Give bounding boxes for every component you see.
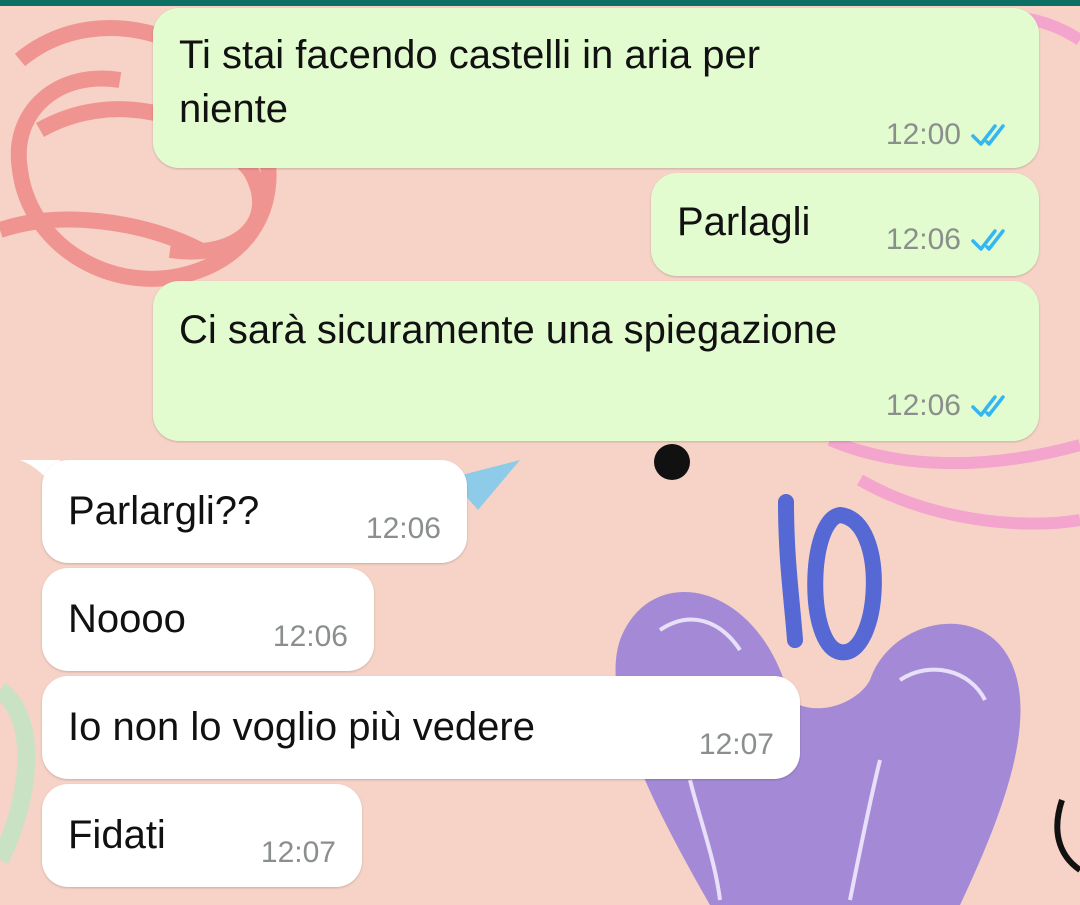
message-meta: 12:06 xyxy=(886,389,1013,423)
message-bubble-incoming[interactable]: Noooo 12:06 xyxy=(42,568,374,671)
message-meta: 12:07 xyxy=(261,836,336,870)
message-bubble-incoming[interactable]: Fidati 12:07 xyxy=(42,784,362,887)
message-text: Noooo xyxy=(68,597,186,641)
message-text: Parlargli?? xyxy=(68,489,260,533)
double-check-icon xyxy=(971,229,1005,251)
message-bubble-incoming[interactable]: Io non lo voglio più vedere 12:07 xyxy=(42,676,800,779)
annotation-io-text: IO xyxy=(0,0,1,1)
black-dot xyxy=(654,444,690,480)
message-text: Ci sarà sicuramente una spiegazione xyxy=(179,308,838,352)
message-time: 12:06 xyxy=(885,223,961,256)
message-time: 12:00 xyxy=(885,118,961,151)
message-meta: 12:06 xyxy=(886,223,1013,257)
message-meta: 12:06 xyxy=(273,620,348,654)
black-stroke xyxy=(1054,799,1080,873)
annotation-io xyxy=(778,494,882,661)
double-check-icon xyxy=(971,395,1005,417)
message-time: 12:07 xyxy=(260,836,336,869)
message-text: Io non lo voglio più vedere xyxy=(68,705,535,749)
message-time: 12:07 xyxy=(698,728,774,761)
message-meta: 12:00 xyxy=(886,118,1013,152)
message-bubble-outgoing[interactable]: Parlagli 12:06 xyxy=(651,173,1039,276)
double-check-icon xyxy=(971,124,1005,146)
message-time: 12:06 xyxy=(885,389,961,422)
message-bubble-incoming[interactable]: Parlargli?? 12:06 xyxy=(42,460,467,563)
message-bubble-outgoing[interactable]: Ci sarà sicuramente una spiegazione 12:0… xyxy=(153,281,1039,441)
message-time: 12:06 xyxy=(272,620,348,653)
message-bubble-outgoing[interactable]: Ti stai facendo castelli in aria per nie… xyxy=(153,8,1039,168)
message-time: 12:06 xyxy=(365,512,441,545)
message-meta: 12:06 xyxy=(366,512,441,546)
message-text: Fidati xyxy=(68,813,166,857)
green-scribble xyxy=(0,682,36,865)
message-text: Ti stai facendo castelli in aria per nie… xyxy=(179,33,761,131)
message-text: Parlagli xyxy=(677,200,811,244)
message-meta: 12:07 xyxy=(699,728,774,762)
